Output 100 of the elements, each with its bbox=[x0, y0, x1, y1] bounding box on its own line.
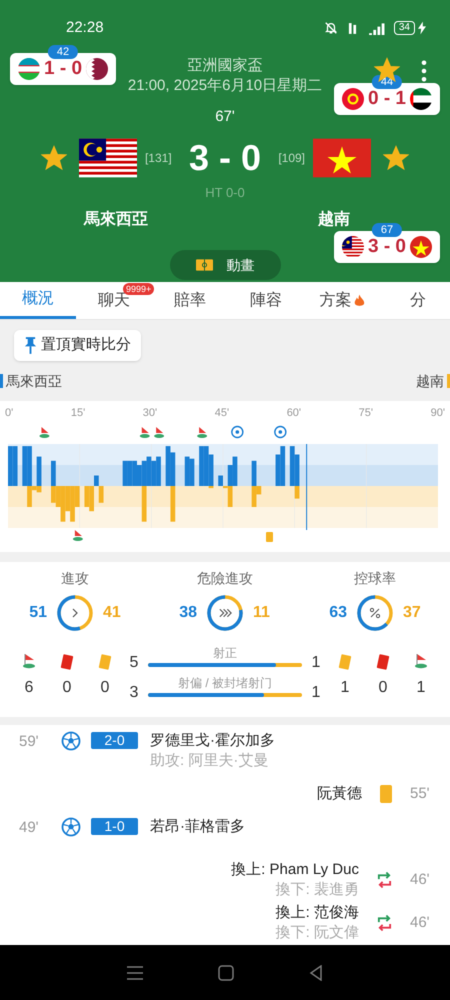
corner-flag-icon bbox=[72, 530, 83, 540]
away-momentum-bar bbox=[170, 486, 176, 522]
away-stat-value: 41 bbox=[103, 602, 122, 622]
stat-label: 危險進攻 bbox=[197, 568, 253, 588]
team-rank: [109] bbox=[277, 150, 306, 166]
count-value: 0 bbox=[100, 678, 110, 698]
soccer-ball-icon bbox=[61, 816, 81, 836]
shot-label: 射偏 / 被封堵射门 bbox=[178, 676, 272, 690]
home-icon[interactable] bbox=[218, 964, 234, 980]
player-name: 阮黃德 bbox=[317, 784, 362, 804]
away-stat-value: 37 bbox=[403, 602, 422, 622]
home-stat-value: 51 bbox=[28, 602, 47, 622]
back-icon[interactable] bbox=[308, 964, 323, 980]
corner-flag-icon bbox=[140, 426, 150, 438]
pin-icon bbox=[24, 337, 37, 354]
booking-card-icon bbox=[266, 532, 273, 542]
match-score: 3 - 0 bbox=[188, 136, 262, 180]
goal-score-badge: 2-0 bbox=[91, 732, 138, 749]
chevron-icon bbox=[70, 608, 80, 618]
tab[interactable]: 方案 bbox=[304, 282, 380, 319]
tab[interactable]: 陣容 bbox=[228, 282, 304, 319]
home-momentum-bar bbox=[51, 460, 56, 486]
home-momentum-bar bbox=[94, 475, 99, 486]
count-value: 0 bbox=[378, 678, 388, 698]
home-legend-marker bbox=[0, 374, 3, 388]
tab[interactable]: 分 bbox=[380, 282, 450, 319]
player-name: 換上: Pham Ly Duc bbox=[231, 860, 359, 880]
goal-score-badge: 1-0 bbox=[91, 818, 138, 835]
home-shots-value: 3 bbox=[128, 682, 140, 702]
star-icon[interactable] bbox=[40, 144, 67, 170]
stat-label: 控球率 bbox=[354, 568, 396, 588]
legend-label: 越南 bbox=[416, 372, 444, 390]
away-momentum-bar bbox=[98, 486, 104, 502]
booking-card-icon bbox=[98, 654, 112, 670]
pin-score-button[interactable]: 置頂實時比分 bbox=[14, 330, 141, 361]
donut-gauge bbox=[355, 592, 395, 632]
stat-label: 進攻 bbox=[61, 568, 89, 588]
minute-tick: 90' bbox=[430, 406, 445, 421]
assist-text: 助攻: 阿里夫·艾曼 bbox=[150, 750, 268, 770]
dismissal-card-icon bbox=[60, 654, 74, 670]
signal-icon bbox=[368, 22, 386, 34]
away-shots-value: 1 bbox=[310, 652, 322, 672]
corner-flag-icon bbox=[414, 652, 428, 668]
tab[interactable]: 概況 bbox=[0, 282, 76, 319]
percent-icon bbox=[369, 606, 381, 618]
player-name: 換上: 范俊海 bbox=[276, 903, 359, 923]
away-momentum-bar bbox=[294, 486, 300, 498]
soccer-ball-icon bbox=[231, 425, 244, 438]
event-minute: 55' bbox=[410, 784, 431, 804]
minute-badge: 42 bbox=[48, 45, 78, 59]
notification-badge: 9999+ bbox=[123, 283, 154, 295]
mini-score: 3 - 0 bbox=[368, 234, 406, 259]
home-momentum-bar bbox=[252, 460, 256, 486]
booking-card-icon bbox=[338, 654, 352, 670]
substitution-icon bbox=[377, 870, 392, 890]
minute-tick: 45' bbox=[214, 406, 230, 421]
legend-label: 馬來西亞 bbox=[6, 372, 62, 390]
count-value: 6 bbox=[24, 678, 34, 698]
match-minute: 67' bbox=[215, 107, 235, 127]
home-momentum-bar bbox=[36, 456, 42, 486]
home-stat-value: 38 bbox=[178, 602, 197, 622]
soccer-ball-icon bbox=[61, 730, 81, 750]
corner-flag-icon bbox=[154, 426, 164, 438]
event-minute: 46' bbox=[410, 912, 431, 933]
substitution-icon bbox=[377, 913, 392, 933]
team-name: 越南 bbox=[317, 210, 351, 230]
menu-icon[interactable] bbox=[127, 966, 144, 980]
event-minute: 49' bbox=[19, 818, 40, 838]
count-value: 1 bbox=[416, 678, 426, 698]
more-menu-icon[interactable] bbox=[421, 60, 427, 82]
flag-icon bbox=[410, 236, 432, 258]
team-rank: [131] bbox=[144, 150, 173, 166]
event-minute: 46' bbox=[410, 870, 431, 890]
minute-badge: 67 bbox=[372, 223, 402, 237]
flag-icon bbox=[342, 236, 364, 258]
minute-tick: 60' bbox=[286, 406, 302, 421]
flag-icon bbox=[410, 88, 432, 110]
flag-icon bbox=[78, 138, 137, 178]
triple-chevron-icon bbox=[218, 608, 232, 618]
charging-icon bbox=[418, 21, 426, 35]
mini-score: 1 - 0 bbox=[44, 56, 82, 81]
tab[interactable]: 賠率 bbox=[152, 282, 228, 319]
halftime-score: HT 0-0 bbox=[205, 184, 245, 202]
mini-score: 0 - 1 bbox=[368, 86, 406, 111]
home-momentum-bar bbox=[218, 475, 223, 486]
home-stat-value: 63 bbox=[328, 602, 347, 622]
count-value: 0 bbox=[62, 678, 72, 698]
substituted-player: 換下: 裴進勇 bbox=[276, 880, 359, 900]
minute-tick: 30' bbox=[142, 406, 158, 421]
star-icon[interactable] bbox=[383, 144, 410, 170]
animation-button[interactable]: 動畫 bbox=[170, 250, 280, 280]
count-value: 1 bbox=[340, 678, 350, 698]
minute-tick: 75' bbox=[358, 406, 373, 421]
star-icon[interactable] bbox=[374, 57, 400, 83]
home-shots-value: 5 bbox=[128, 652, 140, 672]
competition-name: 亞洲國家盃 bbox=[188, 56, 262, 76]
dismissal-card-icon bbox=[376, 654, 390, 670]
corner-flag-icon bbox=[22, 652, 36, 668]
minute-tick: 15' bbox=[70, 406, 86, 421]
away-legend-marker bbox=[447, 374, 450, 388]
